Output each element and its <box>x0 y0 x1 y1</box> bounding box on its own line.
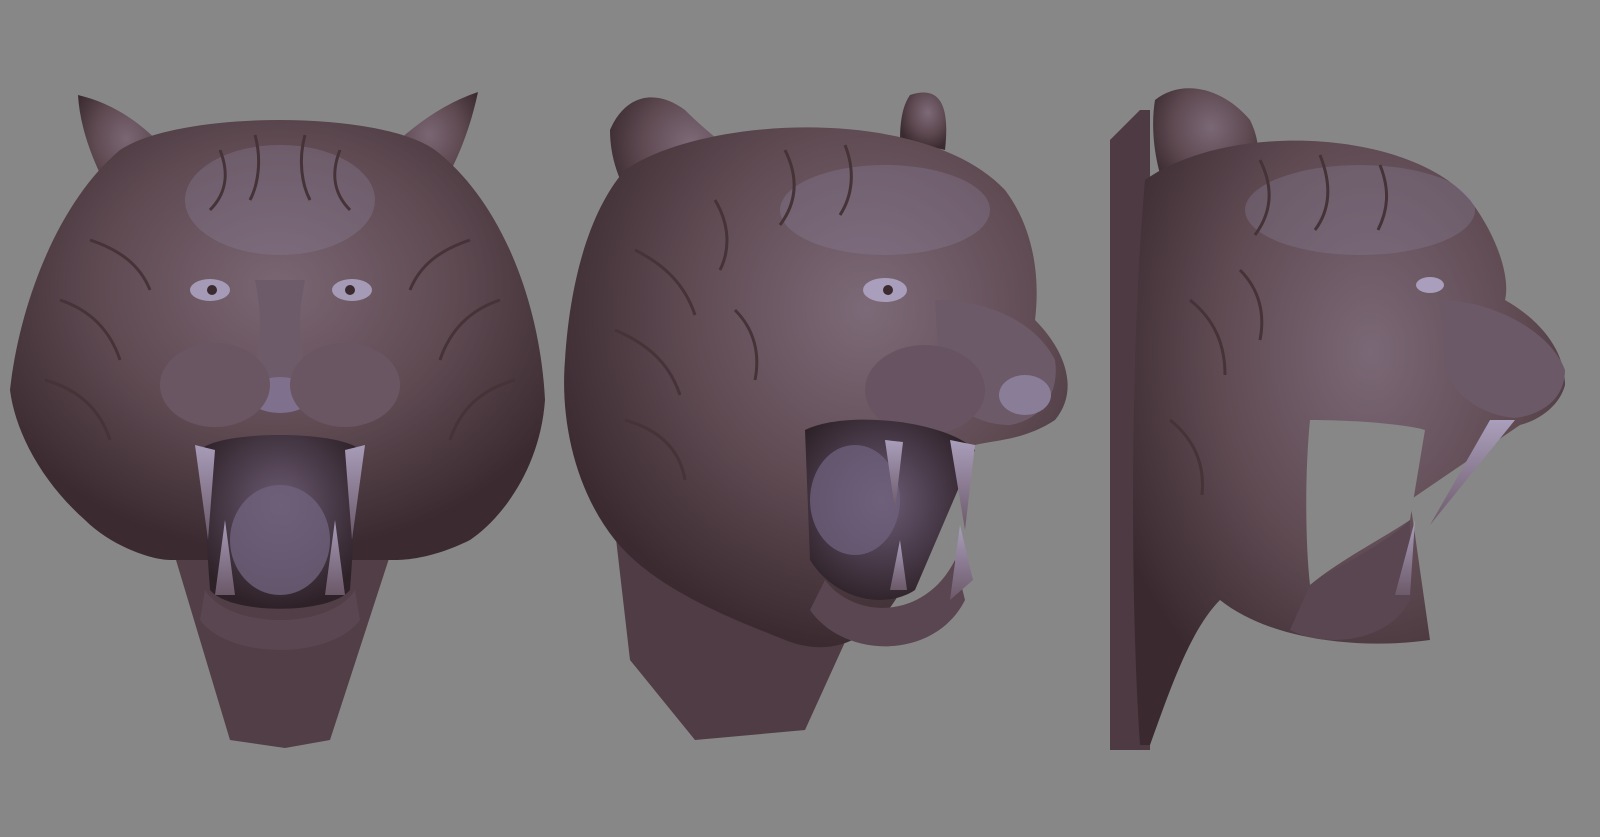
left-pupil <box>207 285 217 295</box>
sculpt-viewport <box>0 0 1600 837</box>
right-muzzle-pad <box>290 343 400 427</box>
brow-highlight <box>185 145 375 255</box>
tiger-head-profile-render <box>1110 88 1565 750</box>
pupil <box>883 285 893 295</box>
lower-fang-near <box>950 525 973 600</box>
brow-highlight <box>1245 165 1475 255</box>
right-pupil <box>345 285 355 295</box>
left-muzzle-pad <box>160 343 270 427</box>
tiger-head-front-view <box>0 0 560 837</box>
tiger-head-three-quarter-view <box>555 0 1110 837</box>
brow-highlight <box>780 165 990 255</box>
tiger-head-front-render <box>10 92 545 748</box>
tiger-head-profile-view <box>1110 0 1600 837</box>
tiger-head-three-quarter-render <box>564 92 1068 740</box>
tongue <box>810 445 900 555</box>
tongue <box>230 485 330 595</box>
eye <box>1416 277 1444 293</box>
nose-tip <box>999 375 1051 415</box>
